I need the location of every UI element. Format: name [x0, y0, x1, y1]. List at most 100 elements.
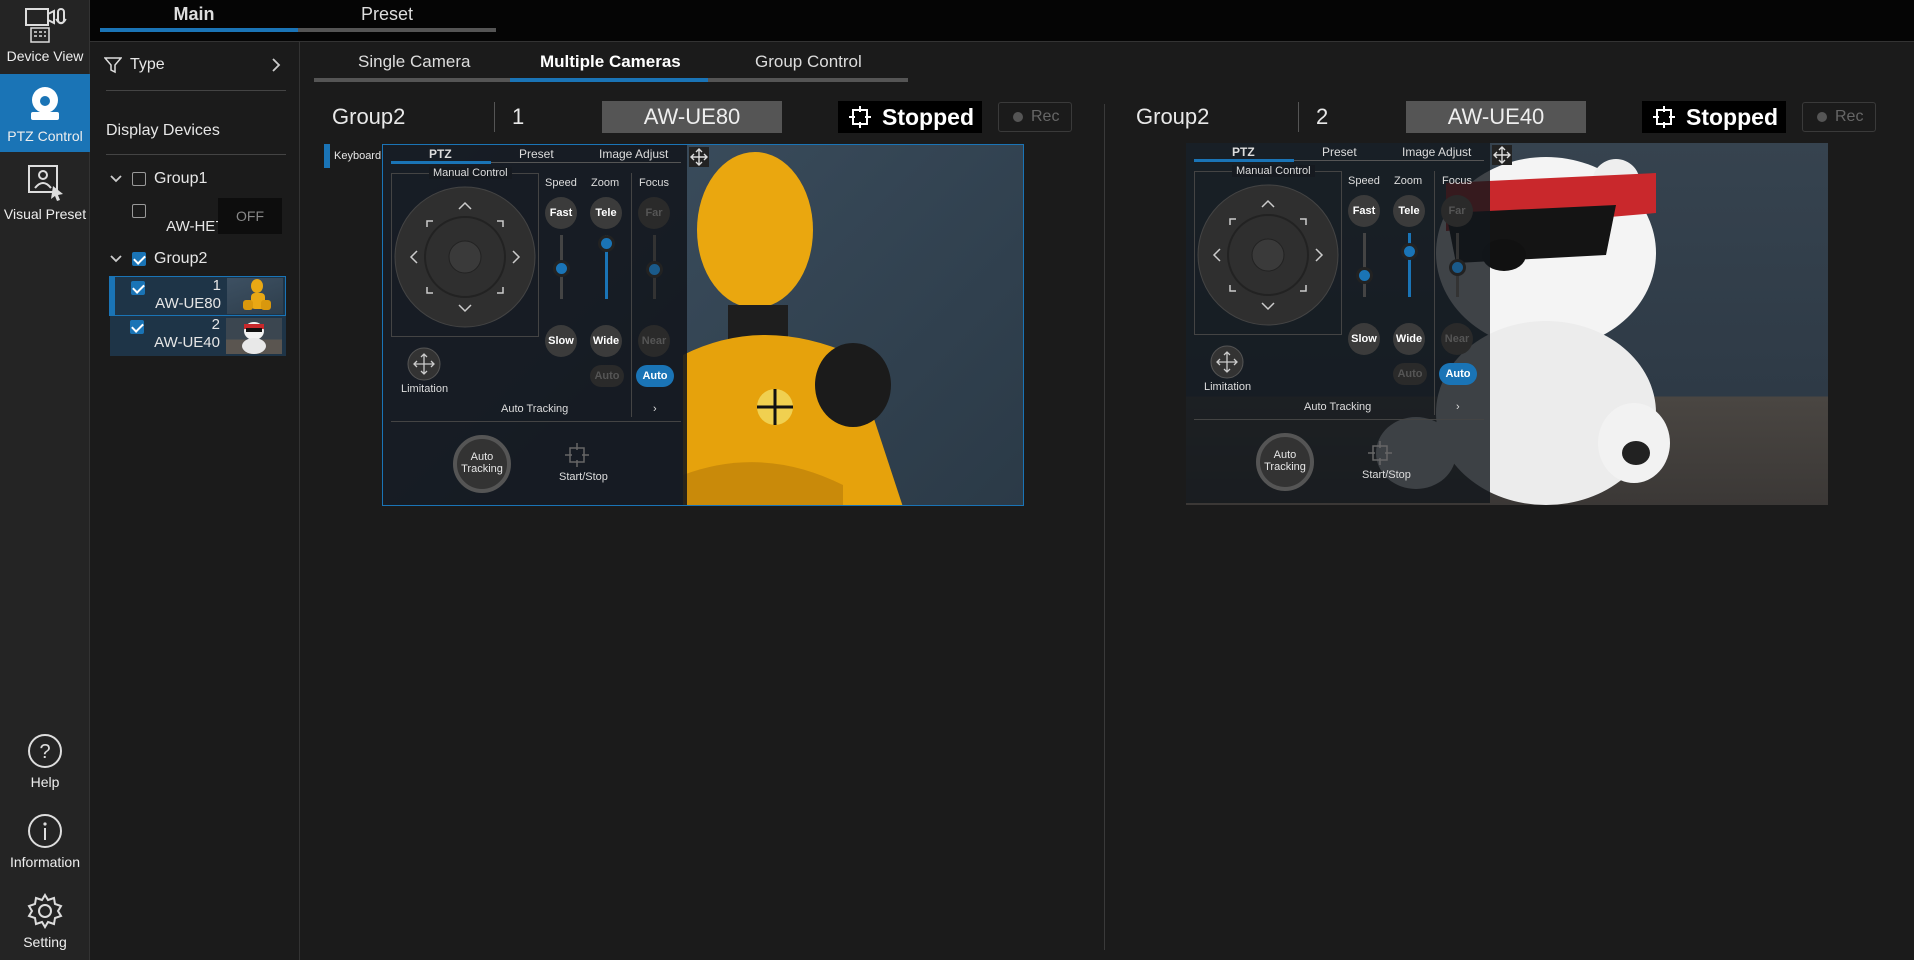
speed-slider-thumb[interactable]: [553, 260, 570, 277]
rec-button[interactable]: Rec: [1802, 102, 1876, 132]
focus-near-button[interactable]: Near: [638, 325, 670, 357]
nav-label: Visual Preset: [3, 206, 87, 222]
speed-label: Speed: [545, 177, 577, 189]
device-model: AW-UE80: [155, 295, 221, 312]
limitation-label: Limitation: [1204, 381, 1252, 393]
help-icon: ?: [28, 734, 62, 768]
camera-number: 2: [1316, 104, 1329, 129]
speed-slow-button[interactable]: Slow: [1348, 323, 1380, 355]
tab-indicator: [100, 28, 298, 32]
focus-near-button[interactable]: Near: [1441, 323, 1473, 355]
device-view-icon: [25, 8, 67, 43]
auto-tracking-button[interactable]: Auto Tracking: [1256, 433, 1314, 491]
type-label: Type: [130, 56, 165, 73]
tab-main[interactable]: Main: [100, 0, 288, 30]
focus-slider-thumb[interactable]: [1449, 259, 1466, 276]
nav-help[interactable]: ? Help: [0, 732, 90, 792]
move-icon[interactable]: [689, 147, 709, 167]
nav-ptz-control[interactable]: PTZ Control: [0, 74, 90, 152]
limitation-label: Limitation: [401, 383, 449, 395]
tab-indicator: [510, 78, 708, 82]
chevron-right-icon: [272, 58, 281, 72]
device-row-aw-ue40[interactable]: 2 AW-UE40: [110, 316, 286, 356]
nav-setting[interactable]: Setting: [0, 892, 90, 952]
move-icon[interactable]: [1492, 145, 1512, 165]
group1-row[interactable]: Group1: [90, 166, 300, 192]
zoom-wide-button[interactable]: Wide: [590, 325, 622, 357]
zoom-auto-button[interactable]: Auto: [1393, 363, 1427, 385]
nav-device-view[interactable]: Device View: [0, 6, 90, 66]
camera-model-name: AW-UE40: [1406, 101, 1586, 133]
pan-tilt-joystick[interactable]: [1196, 183, 1340, 327]
device-row-aw-ue80[interactable]: 1 AW-UE80: [109, 276, 286, 316]
keyboard-button[interactable]: Keyboard: [324, 144, 382, 168]
device-model: AW-UE40: [154, 334, 220, 351]
nav-label: Device View: [6, 48, 84, 64]
main-area: Single Camera Multiple Cameras Group Con…: [300, 42, 1914, 960]
zoom-tele-button[interactable]: Tele: [1393, 195, 1425, 227]
chevron-right-icon[interactable]: ›: [1456, 401, 1460, 413]
focus-auto-button[interactable]: Auto: [636, 365, 674, 387]
group2-checkbox[interactable]: [132, 252, 146, 266]
start-stop-icon[interactable]: [563, 441, 591, 469]
zoom-auto-button[interactable]: Auto: [590, 365, 624, 387]
device-checkbox[interactable]: [130, 320, 144, 334]
speed-fast-button[interactable]: Fast: [545, 197, 577, 229]
tab-group-control[interactable]: Group Control: [755, 52, 862, 72]
auto-tracking-button[interactable]: Auto Tracking: [453, 435, 511, 493]
pan-tilt-joystick[interactable]: [393, 185, 537, 329]
start-stop-icon[interactable]: [1366, 439, 1394, 467]
speed-slider-track[interactable]: [1363, 233, 1366, 297]
ptz-camera-icon: [31, 87, 59, 120]
nav-visual-preset[interactable]: Visual Preset: [0, 162, 90, 230]
chevron-right-icon[interactable]: ›: [653, 403, 657, 415]
limitation-icon[interactable]: [1210, 345, 1244, 379]
rec-button[interactable]: Rec: [998, 102, 1072, 132]
panel-tab-ptz[interactable]: PTZ: [1232, 145, 1255, 159]
panel-tab-image-adjust[interactable]: Image Adjust: [1402, 145, 1471, 159]
visual-preset-icon: [28, 165, 63, 201]
zoom-slider-thumb[interactable]: [1401, 243, 1418, 260]
type-filter[interactable]: Type: [104, 54, 286, 78]
tab-preset[interactable]: Preset: [288, 0, 486, 30]
zoom-slider-thumb[interactable]: [598, 235, 615, 252]
focus-auto-button[interactable]: Auto: [1439, 363, 1477, 385]
start-stop-label: Start/Stop: [1362, 469, 1411, 481]
tab-single-camera[interactable]: Single Camera: [358, 52, 470, 72]
device-row-aw-he75[interactable]: 1 AW-HE75 OFF: [90, 198, 300, 240]
tracking-status: Stopped: [838, 101, 982, 133]
start-stop-label: Start/Stop: [559, 471, 608, 483]
device-checkbox[interactable]: [131, 281, 145, 295]
focus-far-button[interactable]: Far: [1441, 195, 1473, 227]
group1-label: Group1: [154, 170, 208, 187]
camera-1-preview[interactable]: PTZ Preset Image Adjust Manual Control S…: [382, 144, 1024, 506]
chevron-down-icon[interactable]: [110, 254, 122, 264]
nav-information[interactable]: Information: [0, 812, 90, 872]
speed-slow-button[interactable]: Slow: [545, 325, 577, 357]
speed-fast-button[interactable]: Fast: [1348, 195, 1380, 227]
panel-tab-preset[interactable]: Preset: [519, 147, 554, 161]
rec-label: Rec: [1835, 108, 1864, 125]
zoom-wide-button[interactable]: Wide: [1393, 323, 1425, 355]
tab-multiple-cameras[interactable]: Multiple Cameras: [540, 52, 681, 72]
group2-row[interactable]: Group2: [90, 246, 300, 272]
tracking-icon: [849, 106, 871, 128]
speed-slider-thumb[interactable]: [1356, 267, 1373, 284]
display-devices-heading: Display Devices: [106, 122, 220, 139]
panel-tab-ptz[interactable]: PTZ: [429, 147, 452, 161]
limitation-icon[interactable]: [407, 347, 441, 381]
panel-tab-preset[interactable]: Preset: [1322, 145, 1357, 159]
device-checkbox[interactable]: [132, 204, 146, 218]
gear-icon: [27, 893, 63, 929]
focus-slider-thumb[interactable]: [646, 261, 663, 278]
camera-2-preview[interactable]: PTZ Preset Image Adjust Manual Control S…: [1186, 143, 1828, 505]
panel-tab-image-adjust[interactable]: Image Adjust: [599, 147, 668, 161]
focus-far-button[interactable]: Far: [638, 197, 670, 229]
tracking-status-text: Stopped: [882, 104, 974, 130]
group1-checkbox[interactable]: [132, 172, 146, 186]
tracking-status: Stopped: [1642, 101, 1786, 133]
zoom-tele-button[interactable]: Tele: [590, 197, 622, 229]
chevron-down-icon[interactable]: [110, 174, 122, 184]
manual-control-label: Manual Control: [429, 167, 512, 179]
rec-dot-icon: [1817, 112, 1827, 122]
